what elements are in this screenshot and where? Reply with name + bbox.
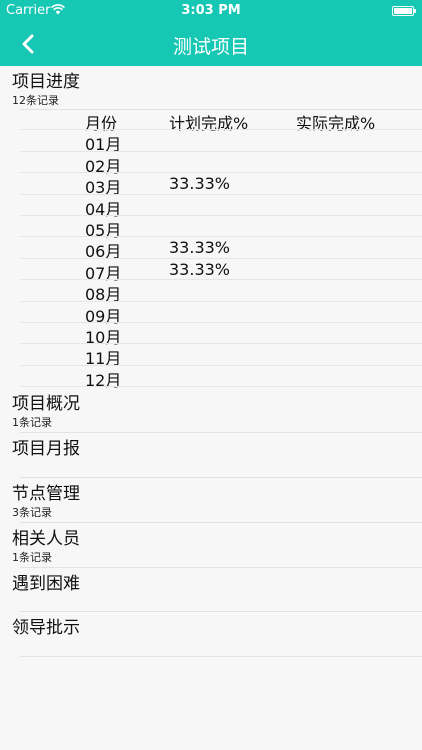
nav-header: 测试项目 <box>0 22 422 66</box>
section-item[interactable]: 领导批示 <box>0 612 422 657</box>
section-item[interactable]: 节点管理 3条记录 <box>0 478 422 523</box>
battery-icon <box>392 6 416 16</box>
page-title: 测试项目 <box>172 36 249 58</box>
section-title: 节点管理 <box>12 484 80 504</box>
section-count: 1条记录 <box>12 551 52 564</box>
table-row[interactable]: 11月 <box>0 344 422 368</box>
table-row[interactable]: 03月 33.33% <box>0 173 422 197</box>
status-time: 3:03 PM <box>181 3 241 18</box>
plan-cell: 33.33% <box>169 259 231 279</box>
table-row[interactable]: 10月 <box>0 323 422 347</box>
section-title: 项目概况 <box>12 394 80 414</box>
status-bar: Carrier 3:03 PM <box>0 0 422 22</box>
section-item[interactable]: 项目概况 1条记录 <box>0 388 422 433</box>
section-count: 1条记录 <box>12 416 52 429</box>
section-title: 遇到困难 <box>12 574 80 594</box>
section-count: 3条记录 <box>12 506 52 519</box>
section-title: 相关人员 <box>12 529 80 549</box>
table-header-row: 月份 计划完成% 实际完成% <box>0 109 422 133</box>
table-row[interactable]: 06月 33.33% <box>0 237 422 261</box>
table-row[interactable]: 12月 <box>0 366 422 390</box>
table-row[interactable]: 02月 <box>0 152 422 176</box>
divider <box>20 656 422 657</box>
section-item[interactable]: 相关人员 1条记录 <box>0 523 422 568</box>
table-row[interactable]: 04月 <box>0 195 422 219</box>
progress-count: 12条记录 <box>12 94 59 107</box>
plan-cell: 33.33% <box>169 238 231 258</box>
progress-title: 项目进度 <box>12 72 80 92</box>
table-row[interactable]: 08月 <box>0 280 422 304</box>
section-item[interactable]: 项目月报 <box>0 433 422 478</box>
table-row[interactable]: 07月 33.33% <box>0 259 422 283</box>
section-title: 领导批示 <box>12 618 80 638</box>
table-row[interactable]: 09月 <box>0 302 422 326</box>
table-row[interactable]: 01月 <box>0 130 422 154</box>
section-title: 项目月报 <box>12 439 80 459</box>
table-row[interactable]: 05月 <box>0 216 422 240</box>
navigation-bar: Carrier 3:03 PM 测试项目 <box>0 0 422 66</box>
plan-cell: 33.33% <box>169 174 231 194</box>
section-item[interactable]: 遇到困难 <box>0 568 422 612</box>
